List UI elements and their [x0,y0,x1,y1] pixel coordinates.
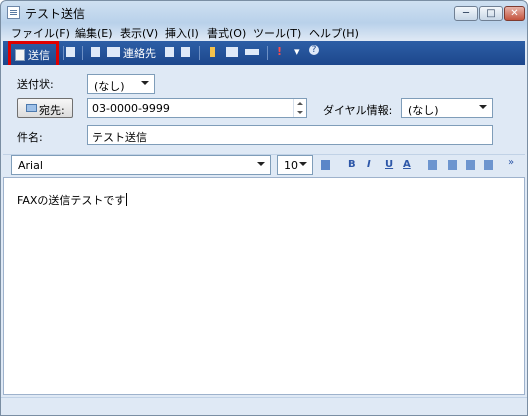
numbered-list-icon[interactable] [428,160,437,170]
send-button-label: 送信 [28,49,50,62]
more-options-icon[interactable]: » [508,157,514,168]
close-icon: ✕ [510,8,519,19]
recipient-fax-value: 03-0000-9999 [92,102,170,115]
fax-header: 送付状: (なし) 宛先: 03-0000-9999 ダイヤル情報: (なし) … [3,65,525,153]
message-body[interactable]: FAXの送信テストです [3,177,525,395]
chevron-down-icon [299,162,307,166]
address-card-icon [26,104,37,112]
bulleted-list-icon[interactable] [448,160,457,170]
subject-field[interactable]: テスト送信 [87,125,493,145]
title-bar: テスト送信 ─ □ ✕ [1,1,527,23]
to-button[interactable]: 宛先: [17,98,73,118]
recipient-scroll[interactable] [293,99,306,117]
menu-file[interactable]: ファイル(F) [11,25,70,41]
send-fax-icon [15,49,25,61]
font-family-value: Arial [18,159,43,172]
format-paragraph-icon[interactable] [321,160,330,170]
priority-icon[interactable]: ! [277,45,282,58]
cover-page-value: (なし) [94,80,125,93]
menu-format[interactable]: 書式(O) [207,25,246,41]
fax-document-icon [7,6,20,19]
main-toolbar: 連絡先 ! ▾ ? [3,41,525,65]
subject-label: 件名: [17,131,43,144]
menu-help[interactable]: ヘルプ(H) [309,25,359,41]
scroll-up-icon [297,102,303,105]
font-family-select[interactable]: Arial [11,155,271,175]
fax-compose-window: テスト送信 ─ □ ✕ ファイル(F) 編集(E) 表示(V) 挿入(I) 書式… [0,0,528,416]
subject-value: テスト送信 [92,131,147,144]
close-button[interactable]: ✕ [504,6,525,21]
toolbar-separator [82,46,83,60]
message-text: FAXの送信テストです [17,192,128,208]
scissors-icon[interactable] [181,47,190,57]
priority-dropdown-icon[interactable]: ▾ [294,45,300,58]
insert-image-icon[interactable] [226,47,238,57]
attach-file-icon[interactable] [91,47,100,57]
font-size-value: 10 [284,159,298,172]
text-caret [126,193,128,206]
maximize-icon: □ [486,8,496,19]
maximize-button[interactable]: □ [479,6,503,21]
font-color-button[interactable]: A [403,159,411,170]
to-button-label: 宛先: [39,104,65,117]
paperclip-icon[interactable] [210,47,215,57]
dial-info-value: (なし) [408,104,439,117]
formatting-toolbar: Arial 10 B I U A » [3,154,525,177]
chevron-down-icon [257,162,265,166]
status-bar [1,397,527,415]
decrease-indent-icon[interactable] [466,160,475,170]
chevron-down-icon [141,81,149,85]
toolbar-separator [63,46,64,60]
dial-info-select[interactable]: (なし) [401,98,493,118]
contacts-icon[interactable] [107,47,120,57]
menu-insert[interactable]: 挿入(I) [165,25,199,41]
menu-view[interactable]: 表示(V) [120,25,158,41]
underline-button[interactable]: U [385,159,393,170]
chevron-down-icon [479,105,487,109]
minimize-icon: ─ [462,8,470,19]
toolbar-separator [199,46,200,60]
cover-page-select[interactable]: (なし) [87,74,155,94]
font-size-select[interactable]: 10 [277,155,313,175]
menu-tools[interactable]: ツール(T) [253,25,301,41]
dial-info-label: ダイヤル情報: [323,104,393,117]
window-title: テスト送信 [25,7,86,21]
message-content: FAXの送信テストです [17,194,126,207]
recipient-fax-field[interactable]: 03-0000-9999 [87,98,307,118]
increase-indent-icon[interactable] [484,160,493,170]
toolbar-separator [267,46,268,60]
bold-button[interactable]: B [348,159,356,170]
contacts-button[interactable]: 連絡先 [123,45,156,61]
menu-bar: ファイル(F) 編集(E) 表示(V) 挿入(I) 書式(O) ツール(T) ヘ… [1,24,527,40]
signature-icon[interactable] [245,49,259,55]
italic-button[interactable]: I [367,159,371,170]
minimize-button[interactable]: ─ [454,6,478,21]
grid-icon[interactable] [165,47,174,57]
save-icon[interactable] [66,47,75,57]
help-icon[interactable]: ? [309,45,319,55]
scroll-down-icon [297,111,303,114]
menu-edit[interactable]: 編集(E) [75,25,113,41]
cover-page-label: 送付状: [17,78,54,91]
